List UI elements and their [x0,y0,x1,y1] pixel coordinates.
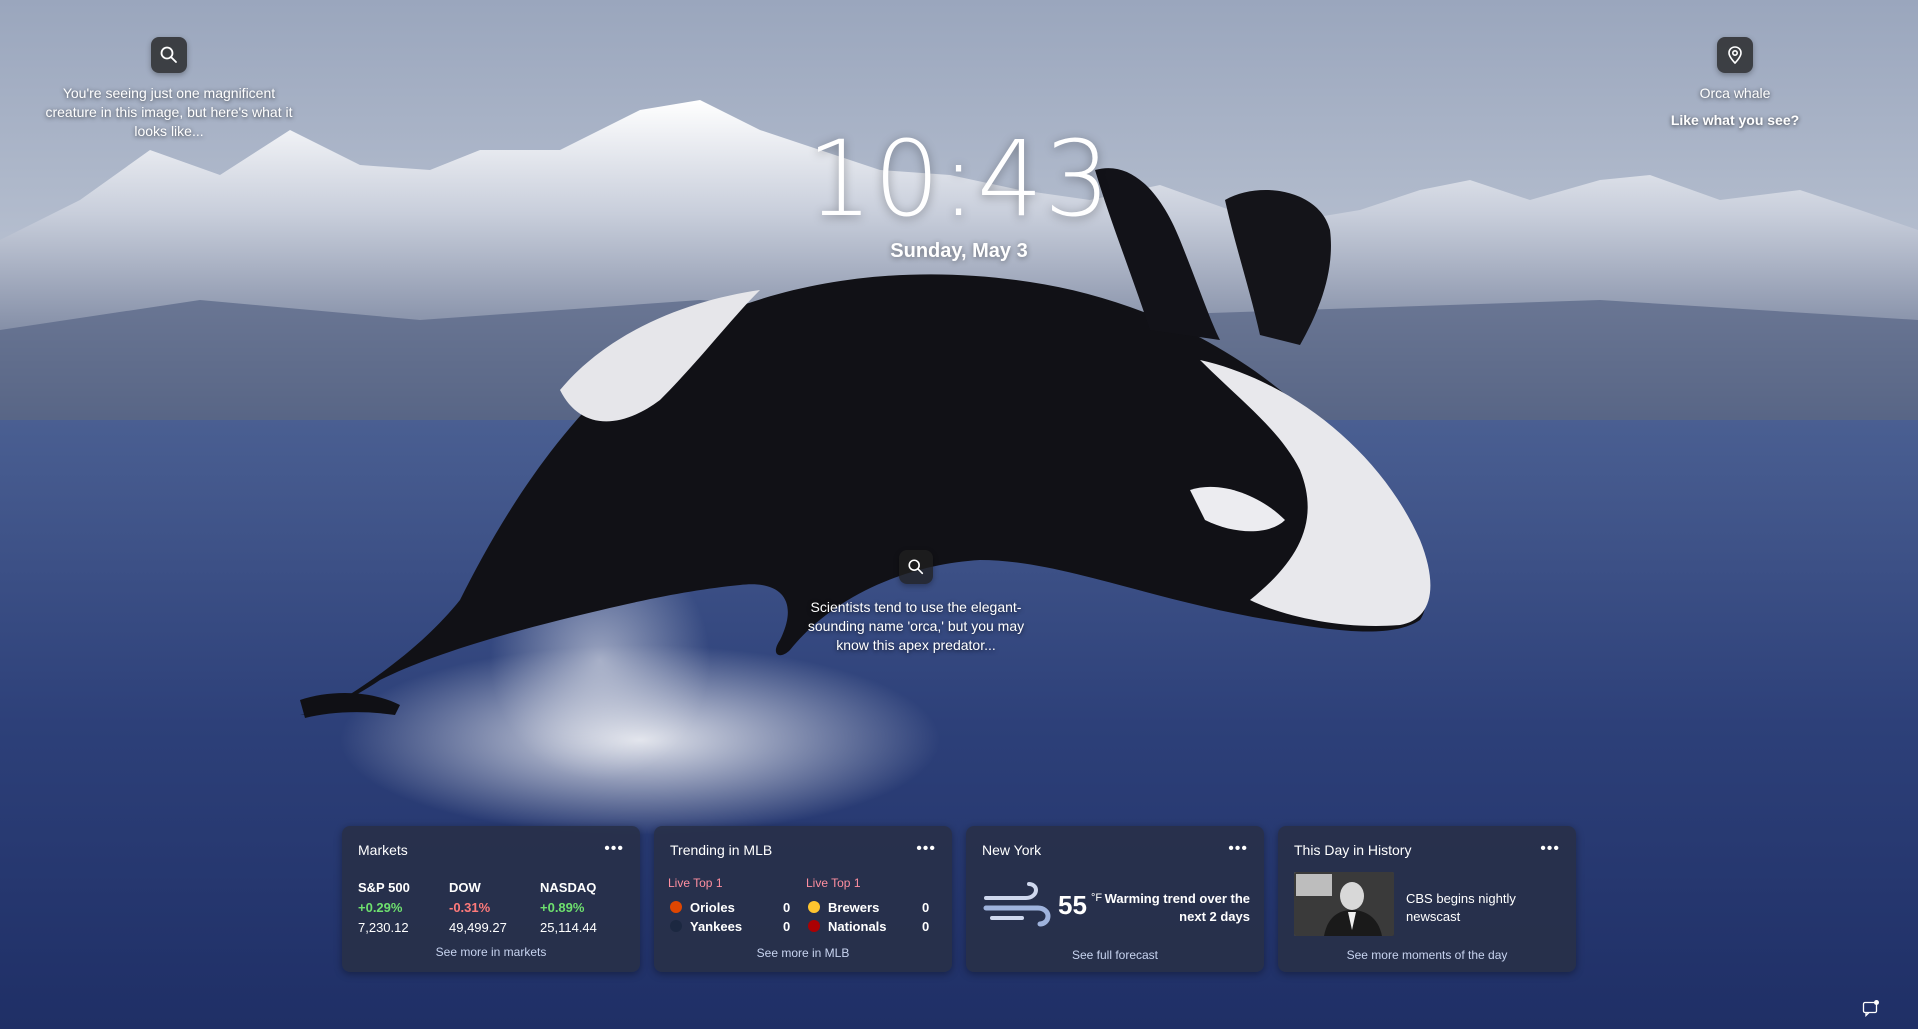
image-info-caption[interactable]: You're seeing just one magnificent creat… [30,84,308,141]
team-yankees[interactable]: Yankees [670,919,742,934]
see-more-moments-link[interactable]: See more moments of the day [1278,948,1576,962]
orca-hotspot-caption[interactable]: Scientists tend to use the elegant- soun… [786,598,1046,655]
widget-title: Markets [358,842,408,858]
location-label: Orca whale [1699,85,1771,101]
newscaster-photo [1294,872,1394,936]
temperature: 55 [1058,890,1087,920]
widget-title: This Day in History [1294,842,1412,858]
stock-nasdaq[interactable]: NASDAQ +0.89% 25,114.44 [540,878,597,938]
like-what-you-see-link[interactable]: Like what you see? [1635,111,1835,130]
see-more-markets-link[interactable]: See more in markets [342,945,640,959]
team-score: 0 [783,919,791,934]
history-headline: CBS begins nightly newscast [1406,891,1516,924]
stock-sp500[interactable]: S&P 500 +0.29% 7,230.12 [358,878,410,938]
history-widget[interactable]: This Day in History ••• CBS begins night… [1278,826,1576,972]
widget-title: New York [982,842,1042,858]
team-logo-icon [670,901,682,913]
team-brewers[interactable]: Brewers [808,900,879,915]
widget-title: Trending in MLB [670,842,773,858]
notification-button[interactable] [1862,999,1880,1018]
search-icon [908,559,924,575]
team-orioles[interactable]: Orioles [670,900,735,915]
markets-widget[interactable]: Markets ••• S&P 500 +0.29% 7,230.12 DOW … [342,826,640,972]
more-options-button[interactable]: ••• [604,840,624,858]
team-score: 0 [922,900,930,915]
team-score: 0 [783,900,791,915]
team-logo-icon [670,920,682,932]
image-info-search-button[interactable] [151,37,187,73]
weather-widget[interactable]: New York ••• 55 °F Warming trend over th… [966,826,1264,972]
lock-screen-date: Sunday, May 3 [890,240,1028,262]
game-status: Live Top 1 [806,876,861,890]
more-options-button[interactable]: ••• [1540,840,1560,858]
see-more-mlb-link[interactable]: See more in MLB [654,946,952,960]
stock-dow[interactable]: DOW -0.31% 49,499.27 [449,878,507,938]
notification-icon [1862,1000,1879,1018]
wind-icon [983,882,1051,927]
more-options-button[interactable]: ••• [1228,840,1248,858]
team-logo-icon [808,901,820,913]
team-nationals[interactable]: Nationals [808,919,887,934]
forecast-summary: Warming trend over the next 2 days [1104,891,1250,924]
search-icon [160,46,177,63]
location-button[interactable] [1717,37,1753,73]
location-pin-icon [1728,46,1742,65]
orca-hotspot-button[interactable] [899,550,933,584]
more-options-button[interactable]: ••• [916,840,936,858]
game-status: Live Top 1 [668,876,723,890]
see-full-forecast-link[interactable]: See full forecast [966,948,1264,962]
history-photo[interactable] [1294,872,1394,936]
mlb-widget[interactable]: Trending in MLB ••• Live Top 1 Orioles 0… [654,826,952,972]
team-logo-icon [808,920,820,932]
team-score: 0 [922,919,930,934]
